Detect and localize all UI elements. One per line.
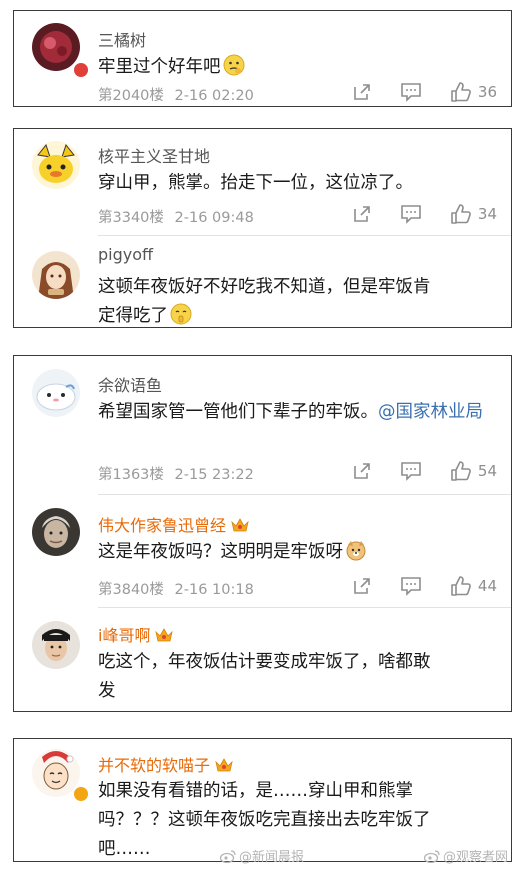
comment-icon: [401, 462, 421, 481]
like-count: 54: [477, 462, 497, 480]
meta: 第3840楼 2-16 10:18: [98, 578, 254, 599]
floor-number: 第3840楼: [98, 582, 164, 598]
username[interactable]: pigyoff: [98, 245, 153, 264]
comment: i峰哥啊 吃这个，年夜饭估计要变成牢饭了，啥都敢 发: [14, 609, 511, 711]
mention-link[interactable]: @国家林业局: [378, 402, 483, 422]
avatar[interactable]: [32, 508, 80, 556]
shush-emoji-icon: [170, 303, 192, 327]
meta: 第2040楼 2-16 02:20: [98, 84, 254, 105]
floor-number: 第3340楼: [98, 210, 164, 226]
vip-crown-icon: [214, 756, 234, 778]
divider: [98, 494, 511, 495]
avatar[interactable]: [32, 621, 80, 669]
comment-text: 这顿年夜饭好不好吃我不知道，但是牢饭肯 定得吃了: [98, 273, 495, 327]
timestamp: 2-16 09:48: [174, 210, 254, 226]
comment-icon: [401, 577, 421, 596]
thinking-emoji-icon: [223, 54, 245, 86]
comment: 三橘树 牢里过个好年吧 第2040楼 2-16 02:20 36: [14, 11, 511, 106]
comment-card-3: 余欲语鱼 希望国家管一管他们下辈子的牢饭。@国家林业局 第1363楼 2-15 …: [13, 355, 512, 712]
avatar[interactable]: [32, 251, 80, 299]
comment-button[interactable]: [400, 461, 422, 481]
like-count: 36: [477, 83, 497, 101]
floor-number: 第2040楼: [98, 88, 164, 104]
comment-icon: [401, 83, 421, 102]
comment-button[interactable]: [400, 576, 422, 596]
verified-badge-icon: [72, 61, 90, 79]
comment: 余欲语鱼 希望国家管一管他们下辈子的牢饭。@国家林业局 第1363楼 2-15 …: [14, 356, 511, 493]
comment-text: 穿山甲，熊掌。抬走下一位，这位凉了。: [98, 173, 413, 193]
like-button[interactable]: 36: [450, 81, 497, 103]
share-button[interactable]: [352, 461, 372, 481]
weibo-logo-icon: [219, 849, 236, 867]
watermark: @观察者网: [423, 846, 508, 867]
like-button[interactable]: 34: [450, 203, 497, 225]
like-count: 34: [477, 205, 497, 223]
vip-crown-icon: [154, 626, 174, 648]
comment-text: 吃这个，年夜饭估计要变成牢饭了，啥都敢 发: [98, 652, 431, 701]
share-button[interactable]: [352, 576, 372, 596]
action-bar: 36: [324, 81, 497, 103]
comment: 并不软的软喵子 如果没有看错的话，是……穿山甲和熊掌 吗？？？这顿年夜饭吃完直接…: [14, 739, 511, 861]
username[interactable]: 核平主义圣甘地: [98, 143, 210, 167]
share-icon: [354, 206, 370, 222]
floor-number: 第1363楼: [98, 467, 164, 483]
avatar[interactable]: [32, 141, 80, 189]
timestamp: 2-16 02:20: [174, 88, 254, 104]
timestamp: 2-16 10:18: [174, 582, 254, 598]
like-button[interactable]: 54: [450, 460, 497, 482]
like-count: 44: [477, 577, 497, 595]
watermark: @新闻晨报: [219, 846, 304, 867]
doge-emoji-icon: [345, 539, 367, 571]
share-button[interactable]: [352, 82, 372, 102]
username[interactable]: i峰哥啊: [98, 622, 174, 648]
share-icon: [354, 84, 370, 100]
comment-button[interactable]: [400, 204, 422, 224]
thumbs-up-icon: [451, 461, 471, 481]
thumbs-up-icon: [451, 82, 471, 102]
comment-button[interactable]: [400, 82, 422, 102]
divider: [98, 607, 511, 608]
comment-card-1: 三橘树 牢里过个好年吧 第2040楼 2-16 02:20 36: [13, 10, 512, 107]
comment-card-4: 并不软的软喵子 如果没有看错的话，是……穿山甲和熊掌 吗？？？这顿年夜饭吃完直接…: [13, 738, 512, 862]
comment: 伟大作家鲁迅曾经 这是年夜饭吗？这明明是牢饭呀 第3840楼 2-16 10:1…: [14, 496, 511, 606]
comment-card-2: 核平主义圣甘地 穿山甲，熊掌。抬走下一位，这位凉了。 第3340楼 2-16 0…: [13, 128, 512, 328]
thumbs-up-icon: [451, 576, 471, 596]
comment-icon: [401, 205, 421, 224]
comment-text: 希望国家管一管他们下辈子的牢饭。@国家林业局: [98, 402, 483, 422]
comment: pigyoff 这顿年夜饭好不好吃我不知道，但是牢饭肯 定得吃了: [14, 237, 511, 327]
avatar[interactable]: [32, 369, 80, 417]
verified-badge-icon: [72, 785, 90, 803]
meta: 第3340楼 2-16 09:48: [98, 206, 254, 227]
comment: 核平主义圣甘地 穿山甲，熊掌。抬走下一位，这位凉了。 第3340楼 2-16 0…: [14, 129, 511, 233]
meta: 第1363楼 2-15 23:22: [98, 463, 254, 484]
action-bar: 44: [324, 575, 497, 597]
divider: [98, 235, 511, 236]
comment-text: 这是年夜饭吗？这明明是牢饭呀: [98, 538, 495, 571]
share-icon: [354, 578, 370, 594]
thumbs-up-icon: [451, 204, 471, 224]
share-button[interactable]: [352, 204, 372, 224]
like-button[interactable]: 44: [450, 575, 497, 597]
timestamp: 2-15 23:22: [174, 467, 254, 483]
vip-crown-icon: [230, 516, 250, 538]
username[interactable]: 三橘树: [98, 27, 146, 51]
share-icon: [354, 463, 370, 479]
action-bar: 54: [324, 460, 497, 482]
action-bar: 34: [324, 203, 497, 225]
username[interactable]: 伟大作家鲁迅曾经: [98, 512, 250, 538]
weibo-logo-icon: [423, 849, 440, 867]
username[interactable]: 并不软的软喵子: [98, 752, 234, 778]
username[interactable]: 余欲语鱼: [98, 372, 162, 396]
